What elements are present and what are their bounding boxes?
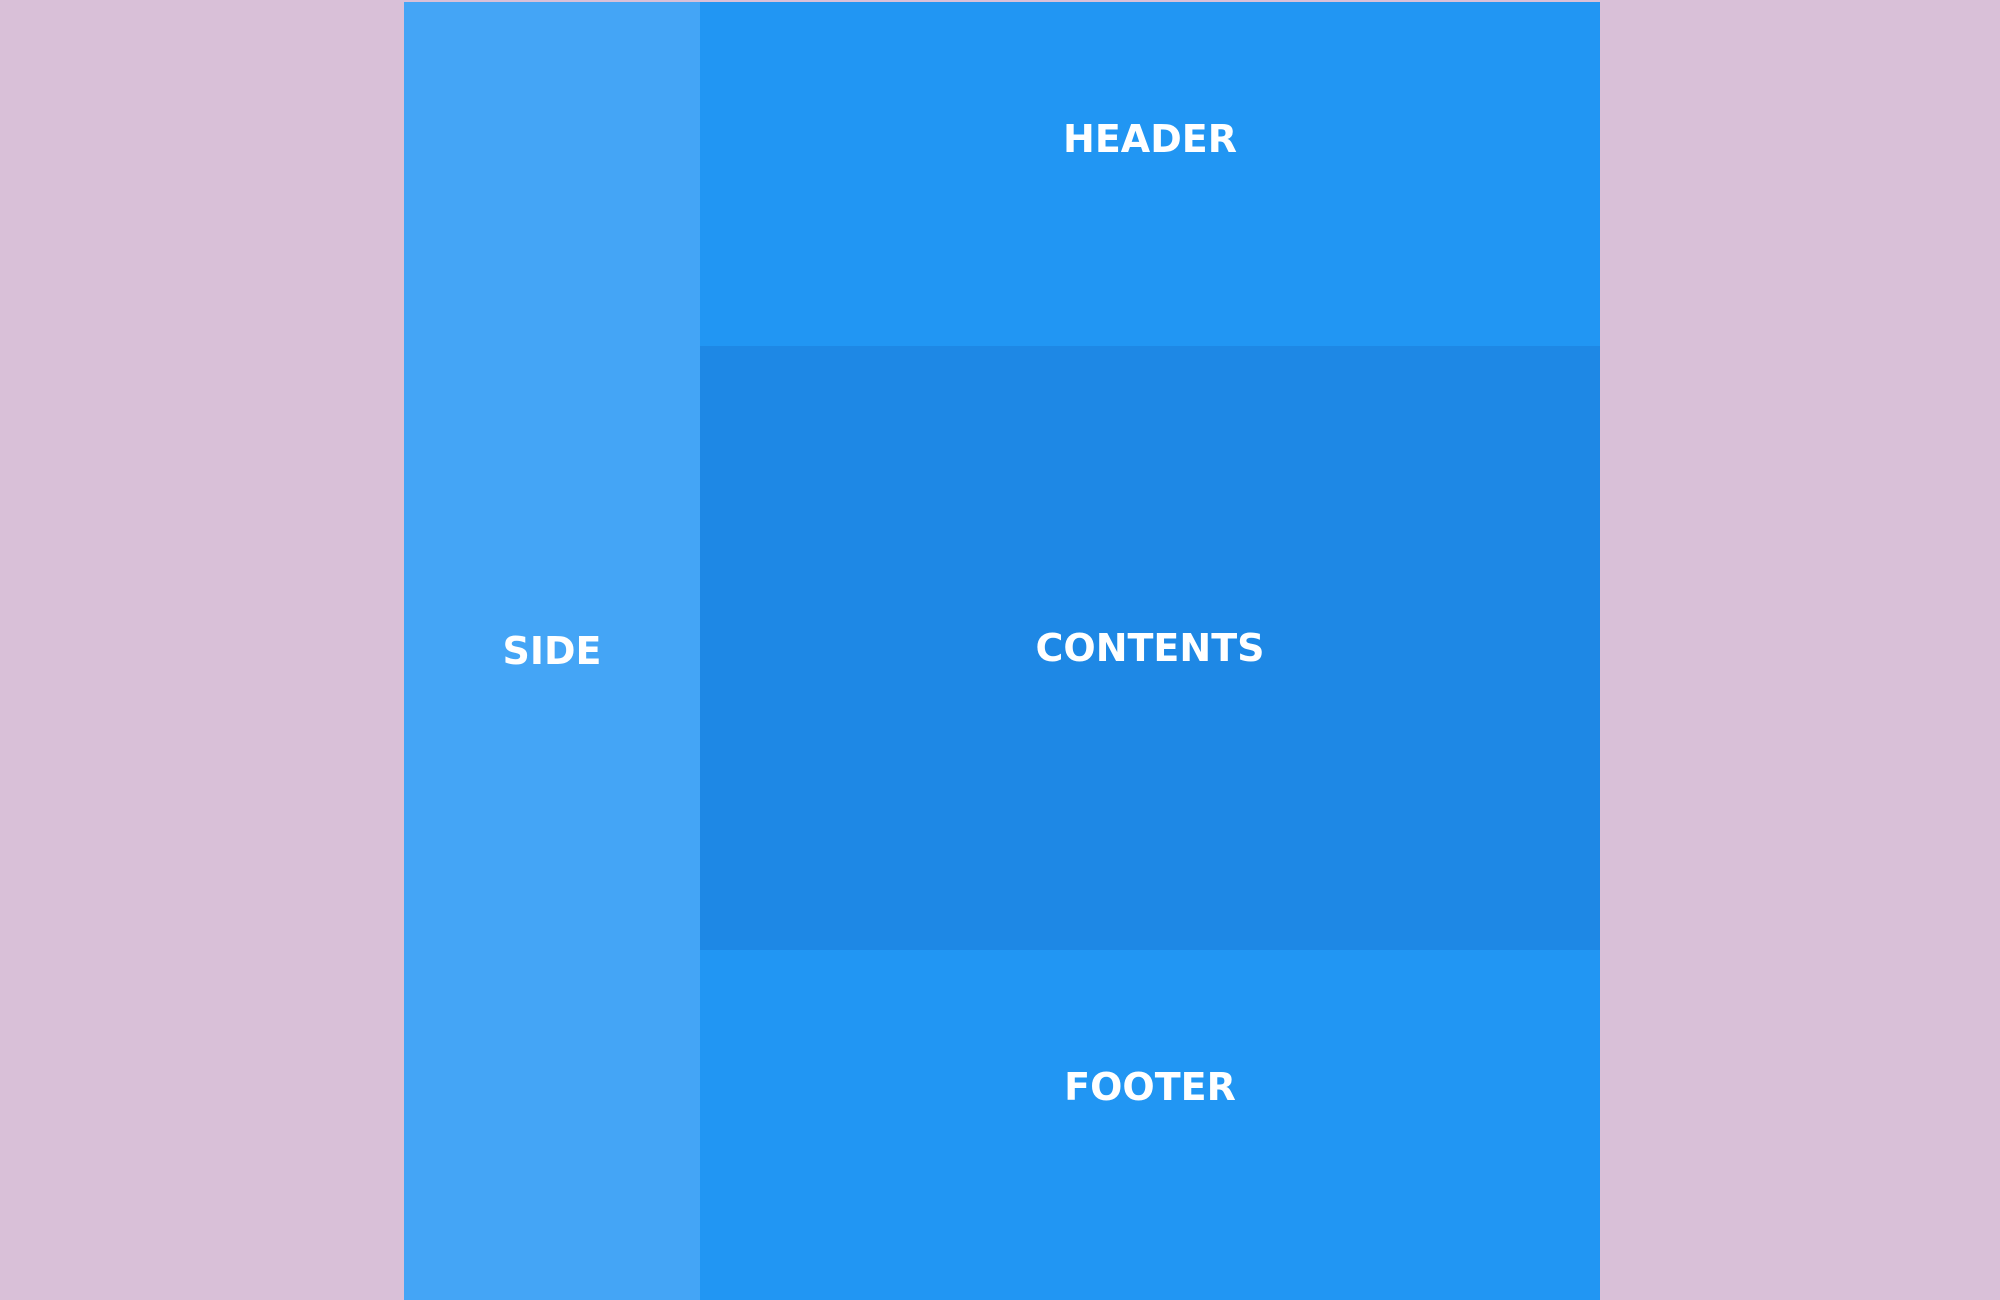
side-label: SIDE (502, 629, 602, 673)
footer-panel: FOOTER (700, 950, 1600, 1300)
page-layout: SIDE HEADER CONTENTS FOOTER (404, 2, 1600, 1300)
contents-label: CONTENTS (1035, 626, 1265, 670)
side-panel: SIDE (404, 2, 700, 1300)
footer-label: FOOTER (1064, 1065, 1236, 1109)
header-panel: HEADER (700, 2, 1600, 346)
main-column: HEADER CONTENTS FOOTER (700, 2, 1600, 1300)
contents-panel: CONTENTS (700, 346, 1600, 950)
header-label: HEADER (1063, 117, 1237, 161)
